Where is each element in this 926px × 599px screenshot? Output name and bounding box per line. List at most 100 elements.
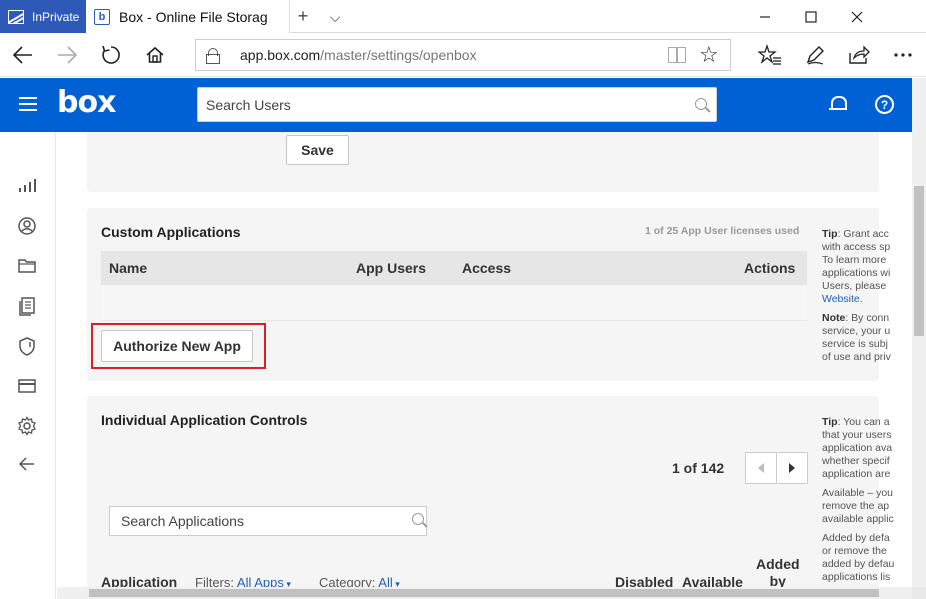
column-added-by[interactable]: Added by xyxy=(756,556,800,587)
browser-tab-strip: InPrivate b Box - Online File Storag + ⌵ xyxy=(0,0,926,33)
filters-value[interactable]: All Apps xyxy=(237,575,284,587)
home-button[interactable] xyxy=(141,41,169,69)
admin-sidebar xyxy=(0,132,56,599)
tip-text: : Grant acc xyxy=(837,228,889,240)
authorize-new-app-button[interactable]: Authorize New App xyxy=(101,330,253,362)
url-text: app.box.com/master/settings/openbox xyxy=(240,47,477,63)
more-menu-button[interactable] xyxy=(889,41,917,69)
column-disabled[interactable]: Disabled xyxy=(615,574,673,587)
column-name[interactable]: Name xyxy=(109,260,147,276)
note-text: service, your u xyxy=(822,325,891,337)
vertical-scroll-thumb[interactable] xyxy=(914,186,924,336)
tab-list-button[interactable]: ⌵ xyxy=(324,9,346,26)
column-access[interactable]: Access xyxy=(462,260,511,276)
tip-text: or remove the xyxy=(822,545,887,557)
collapse-arrow-icon[interactable] xyxy=(17,454,37,474)
category-dropdown-icon: ▾ xyxy=(392,579,400,587)
horizontal-scroll-thumb[interactable] xyxy=(89,589,879,597)
folder-icon[interactable] xyxy=(17,256,37,276)
tab-title: Box - Online File Storag xyxy=(119,8,268,25)
reading-view-icon[interactable] xyxy=(668,47,686,63)
browser-tab-box[interactable]: b Box - Online File Storag xyxy=(86,0,290,33)
share-button[interactable] xyxy=(845,41,873,69)
scrollbar-corner xyxy=(912,587,926,599)
column-actions: Actions xyxy=(744,260,796,276)
category-value[interactable]: All xyxy=(378,575,392,587)
horizontal-scrollbar[interactable] xyxy=(57,587,912,599)
save-button[interactable]: Save xyxy=(286,135,349,165)
custom-apps-table-header: Name App Users Access Actions xyxy=(101,251,807,285)
tip-text: application ava xyxy=(822,442,893,454)
chevron-right-icon xyxy=(789,463,795,473)
category-control[interactable]: Category: All ▾ xyxy=(319,575,400,587)
url-domain: app.box.com xyxy=(240,47,321,63)
users-icon[interactable] xyxy=(17,216,37,236)
tip-text: : You can a xyxy=(837,416,890,428)
pager-prev-button[interactable] xyxy=(745,452,777,484)
help-icon[interactable]: ? xyxy=(875,95,894,114)
website-link[interactable]: Website xyxy=(822,293,860,305)
note-text: of use and priv xyxy=(822,351,891,363)
tip-text: applications lis xyxy=(822,571,891,583)
pager-next-button[interactable] xyxy=(776,452,808,484)
pager-text: 1 of 142 xyxy=(672,460,725,476)
custom-applications-title: Custom Applications xyxy=(101,224,241,240)
column-app-users[interactable]: App Users xyxy=(356,260,426,276)
favorite-star-icon[interactable]: ☆ xyxy=(699,42,719,68)
search-users-input[interactable] xyxy=(198,88,668,121)
license-usage-text: 1 of 25 App User licenses used xyxy=(645,225,800,237)
added-by-line2: by xyxy=(769,573,786,587)
documents-icon[interactable] xyxy=(17,296,37,316)
address-bar[interactable]: app.box.com/master/settings/openbox ☆ xyxy=(195,39,731,71)
custom-applications-panel: Custom Applications 1 of 25 App User lic… xyxy=(87,208,879,381)
favorites-button[interactable] xyxy=(756,41,784,69)
vertical-scrollbar[interactable] xyxy=(912,78,926,587)
column-available[interactable]: Available xyxy=(682,574,743,587)
home-icon xyxy=(146,46,164,63)
individual-apps-tip: Tip: You can a that your users applicati… xyxy=(822,416,912,584)
shield-icon[interactable] xyxy=(17,336,37,356)
box-header: box ? xyxy=(0,78,912,132)
inprivate-indicator[interactable]: InPrivate xyxy=(0,0,86,33)
lock-icon xyxy=(206,48,220,64)
note-label: Note xyxy=(822,312,846,324)
minimize-button[interactable] xyxy=(742,0,788,33)
tip-text: application are xyxy=(822,468,891,480)
filters-label: Filters: xyxy=(195,575,234,587)
tip-text: Added by defa xyxy=(822,532,890,544)
note-text: : By conn xyxy=(845,312,890,324)
tip-text: available applic xyxy=(822,513,894,525)
filters-control[interactable]: Filters: All Apps ▾ xyxy=(195,575,291,587)
search-applications-input[interactable] xyxy=(110,507,400,535)
back-button[interactable] xyxy=(9,41,37,69)
refresh-button[interactable] xyxy=(97,41,125,69)
column-application[interactable]: Application xyxy=(101,574,177,587)
custom-apps-tip: Tip: Grant acc with access sp To learn m… xyxy=(822,228,912,364)
search-icon[interactable] xyxy=(695,98,707,110)
url-path: /master/settings/openbox xyxy=(320,47,477,63)
reports-bar-chart-icon[interactable] xyxy=(17,176,37,196)
box-logo[interactable]: box xyxy=(57,85,116,120)
tip-text: whether specif xyxy=(822,455,890,467)
tip-text: with access sp xyxy=(822,241,891,253)
tip-text: that your users xyxy=(822,429,892,441)
billing-card-icon[interactable] xyxy=(17,376,37,396)
box-favicon-icon: b xyxy=(94,8,110,25)
settings-gear-icon[interactable] xyxy=(17,416,37,436)
custom-apps-table-body xyxy=(101,285,807,321)
new-tab-button[interactable]: + xyxy=(292,6,314,27)
maximize-button[interactable] xyxy=(788,0,834,33)
forward-button[interactable] xyxy=(53,41,81,69)
close-window-button[interactable] xyxy=(834,0,880,33)
tip-text: To learn more xyxy=(822,254,887,266)
browser-nav-bar: app.box.com/master/settings/openbox ☆ xyxy=(0,33,926,77)
notifications-bell-icon[interactable] xyxy=(829,95,847,113)
tip-text: Users, please xyxy=(822,280,887,292)
pen-button[interactable] xyxy=(801,41,829,69)
main-content: Save Custom Applications 1 of 25 App Use… xyxy=(57,132,912,587)
search-applications-icon[interactable] xyxy=(412,513,424,525)
tip-text: applications wi xyxy=(822,267,891,279)
tip-text: added by defau xyxy=(822,558,895,570)
filters-dropdown-icon: ▾ xyxy=(283,579,291,587)
hamburger-menu-icon[interactable] xyxy=(19,97,37,111)
